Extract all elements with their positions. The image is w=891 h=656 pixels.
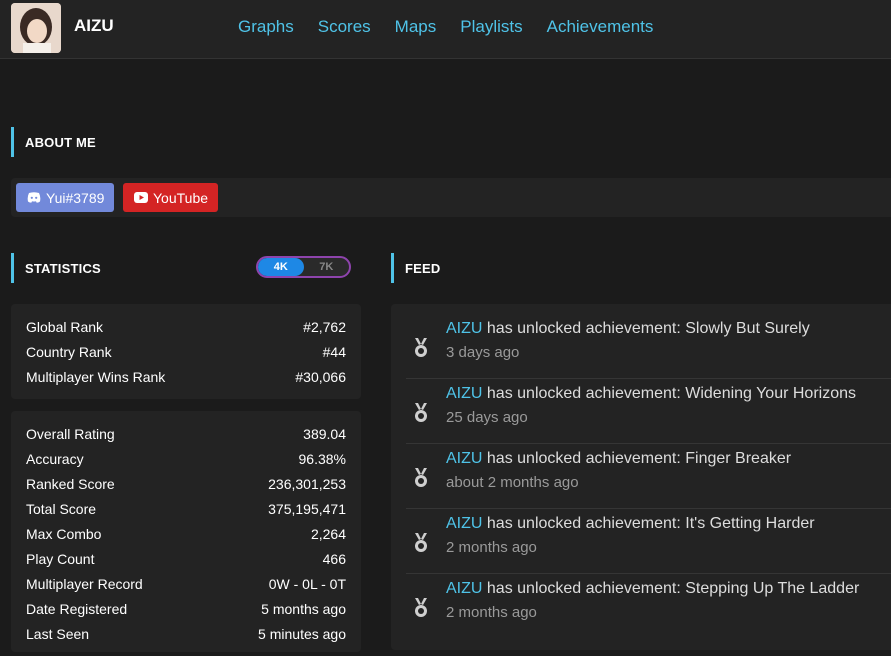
medal-icon [415,468,427,487]
stat-row: Date Registered 5 months ago [26,596,346,621]
feed-item: AIZU has unlocked achievement: Finger Br… [406,444,891,509]
feed-text: AIZU has unlocked achievement: Slowly Bu… [446,320,810,338]
social-links-bar: Yui#3789 YouTube [11,178,891,217]
feed-item: AIZU has unlocked achievement: Stepping … [406,574,891,639]
feed-timestamp: about 2 months ago [446,474,579,491]
stat-row: Multiplayer Record 0W - 0L - 0T [26,571,346,596]
feed-user-link[interactable]: AIZU [446,450,482,467]
nav-scores[interactable]: Scores [318,17,371,37]
feed-heading: FEED [391,253,440,283]
nav-graphs[interactable]: Graphs [238,17,294,37]
stat-label: Global Rank [26,318,104,335]
feed-message: has unlocked achievement: Widening Your … [482,385,857,402]
feed-message: has unlocked achievement: It's Getting H… [482,515,815,532]
feed-user-link[interactable]: AIZU [446,320,482,337]
stat-row: Max Combo 2,264 [26,521,346,546]
stat-row: Ranked Score 236,301,253 [26,471,346,496]
main-nav: Graphs Scores Maps Playlists Achievement… [238,17,653,37]
stat-value: 96.38% [298,450,346,467]
stat-row: Last Seen 5 minutes ago [26,621,346,646]
feed-timestamp: 3 days ago [446,344,520,361]
header-username[interactable]: AIZU [74,16,114,36]
statistics-heading: STATISTICS [11,253,101,283]
feed-message: has unlocked achievement: Slowly But Sur… [482,320,810,337]
medal-icon [415,338,427,357]
activity-feed: AIZU has unlocked achievement: Slowly Bu… [391,304,891,650]
keymode-toggle: 4K 7K [256,256,351,278]
discord-label: Yui#3789 [46,189,105,206]
stat-value: 466 [322,550,346,567]
feed-message: has unlocked achievement: Stepping Up Th… [482,580,860,597]
stat-row: Multiplayer Wins Rank #30,066 [26,364,346,389]
youtube-label: YouTube [153,189,209,206]
stat-value: 375,195,471 [268,500,346,517]
discord-icon [27,192,41,203]
stat-label: Ranked Score [26,475,115,492]
top-navbar: AIZU Graphs Scores Maps Playlists Achiev… [0,0,891,59]
detail-stats-card: Overall Rating 389.04 Accuracy 96.38% Ra… [11,411,361,652]
stat-row: Total Score 375,195,471 [26,496,346,521]
mode-7k-option[interactable]: 7K [304,258,350,276]
nav-achievements[interactable]: Achievements [547,17,654,37]
avatar-portrait-icon [11,3,61,53]
feed-message: has unlocked achievement: Finger Breaker [482,450,792,467]
stat-value: #30,066 [295,368,346,385]
feed-user-link[interactable]: AIZU [446,580,482,597]
stat-value: 389.04 [303,425,346,442]
mode-4k-option[interactable]: 4K [258,258,304,276]
stat-row: Overall Rating 389.04 [26,421,346,446]
stat-label: Accuracy [26,450,84,467]
stat-row: Play Count 466 [26,546,346,571]
feed-timestamp: 2 months ago [446,539,537,556]
stat-value: 5 months ago [261,600,346,617]
feed-item: AIZU has unlocked achievement: Widening … [406,379,891,444]
feed-text: AIZU has unlocked achievement: Finger Br… [446,450,791,468]
stat-value: 236,301,253 [268,475,346,492]
discord-button[interactable]: Yui#3789 [16,183,114,212]
feed-text: AIZU has unlocked achievement: Widening … [446,385,856,403]
medal-icon [415,598,427,617]
nav-playlists[interactable]: Playlists [460,17,522,37]
youtube-play-icon [134,192,148,203]
medal-icon [415,403,427,422]
youtube-button[interactable]: YouTube [123,183,218,212]
stat-value: 0W - 0L - 0T [268,575,346,592]
feed-timestamp: 25 days ago [446,409,528,426]
stat-label: Country Rank [26,343,112,360]
nav-maps[interactable]: Maps [395,17,437,37]
medal-icon [415,533,427,552]
user-avatar[interactable] [11,3,61,53]
stat-value: #2,762 [303,318,346,335]
feed-user-link[interactable]: AIZU [446,515,482,532]
stat-label: Date Registered [26,600,128,617]
stat-label: Play Count [26,550,95,567]
stat-label: Max Combo [26,525,102,542]
stat-label: Multiplayer Record [26,575,143,592]
stat-row: Global Rank #2,762 [26,314,346,339]
stat-value: 5 minutes ago [258,625,346,642]
stat-label: Multiplayer Wins Rank [26,368,166,385]
feed-user-link[interactable]: AIZU [446,385,482,402]
stat-value: #44 [322,343,346,360]
feed-timestamp: 2 months ago [446,604,537,621]
stat-row: Country Rank #44 [26,339,346,364]
stat-label: Total Score [26,500,97,517]
about-me-heading: ABOUT ME [11,127,96,157]
stat-label: Last Seen [26,625,90,642]
rank-stats-card: Global Rank #2,762 Country Rank #44 Mult… [11,304,361,399]
feed-item: AIZU has unlocked achievement: It's Gett… [406,509,891,574]
stat-label: Overall Rating [26,425,115,442]
feed-item: AIZU has unlocked achievement: Slowly Bu… [406,314,891,379]
feed-text: AIZU has unlocked achievement: Stepping … [446,580,859,598]
feed-text: AIZU has unlocked achievement: It's Gett… [446,515,815,533]
stat-value: 2,264 [310,525,346,542]
stat-row: Accuracy 96.38% [26,446,346,471]
